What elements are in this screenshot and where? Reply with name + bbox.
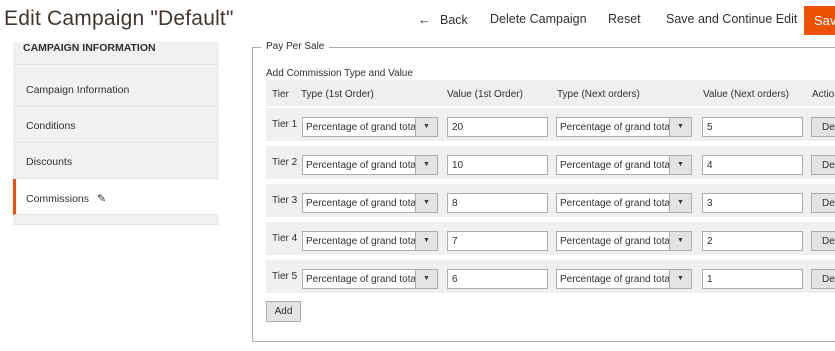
type-first-select[interactable]: Percentage of grand total ▼	[302, 193, 438, 213]
table-row: Tier 4 Percentage of grand total ▼ 7 Perc…	[266, 222, 835, 255]
tier-label: Tier 3	[272, 195, 298, 206]
value-first-input[interactable]: 6	[447, 269, 548, 289]
sidebar: CAMPAIGN INFORMATION Campaign Informatio…	[13, 42, 219, 225]
select-value: Percentage of grand total	[306, 122, 419, 133]
value-next-input[interactable]: 1	[702, 269, 803, 289]
table-header: Tier Type (1st Order) Value (1st Order) …	[266, 80, 835, 106]
caret-down-icon: ▼	[669, 232, 691, 250]
select-value: Percentage of grand total	[560, 122, 673, 133]
tier-label: Tier 1	[272, 119, 298, 130]
type-next-select[interactable]: Percentage of grand total ▼	[556, 155, 692, 175]
sidebar-item-label: Conditions	[26, 120, 76, 132]
back-button[interactable]: ← Back	[418, 12, 468, 27]
tier-label: Tier 4	[272, 233, 298, 244]
value-first-input[interactable]: 10	[447, 155, 548, 175]
sidebar-item-conditions[interactable]: Conditions	[13, 107, 219, 143]
sidebar-item-label: Commissions	[26, 193, 90, 205]
reset-button[interactable]: Reset	[608, 12, 641, 26]
delete-row-button[interactable]: Delete	[811, 117, 835, 137]
sidebar-title: CAMPAIGN INFORMATION	[23, 42, 156, 54]
type-next-select[interactable]: Percentage of grand total ▼	[556, 269, 692, 289]
delete-row-button[interactable]: Delete	[811, 231, 835, 251]
fieldset-legend: Pay Per Sale	[261, 41, 330, 52]
sidebar-item-commissions[interactable]: Commissions ✎	[13, 179, 219, 215]
section-label: Add Commission Type and Value	[266, 68, 413, 79]
value-next-input[interactable]: 4	[702, 155, 803, 175]
save-button[interactable]: Save	[804, 6, 835, 35]
column-header-tier: Tier	[272, 89, 289, 100]
value-next-input[interactable]: 3	[702, 193, 803, 213]
sidebar-divider	[13, 64, 219, 65]
tier-label: Tier 2	[272, 157, 298, 168]
caret-down-icon: ▼	[669, 118, 691, 136]
table-row: Tier 1 Percentage of grand total ▼ 20 Per…	[266, 108, 835, 141]
column-header-value-next: Value (Next orders)	[703, 89, 789, 100]
tier-label: Tier 5	[272, 271, 298, 282]
type-next-select[interactable]: Percentage of grand total ▼	[556, 231, 692, 251]
page-title: Edit Campaign "Default"	[4, 7, 234, 30]
column-header-action: Action	[812, 89, 835, 100]
type-first-select[interactable]: Percentage of grand total ▼	[302, 155, 438, 175]
caret-down-icon: ▼	[415, 156, 437, 174]
page-header: Edit Campaign "Default" ← Back Delete Cam…	[0, 0, 835, 42]
value-next-input[interactable]: 2	[702, 231, 803, 251]
select-value: Percentage of grand total	[560, 274, 673, 285]
select-value: Percentage of grand total	[306, 274, 419, 285]
caret-down-icon: ▼	[415, 118, 437, 136]
add-tier-button[interactable]: Add	[266, 301, 301, 322]
select-value: Percentage of grand total	[560, 160, 673, 171]
sidebar-item-label: Discounts	[26, 156, 73, 168]
table-row: Tier 3 Percentage of grand total ▼ 8 Perc…	[266, 184, 835, 217]
select-value: Percentage of grand total	[306, 236, 419, 247]
sidebar-item-discounts[interactable]: Discounts	[13, 143, 219, 179]
column-header-value-first: Value (1st Order)	[447, 89, 523, 100]
type-first-select[interactable]: Percentage of grand total ▼	[302, 269, 438, 289]
back-button-label: Back	[440, 13, 468, 27]
table-row: Tier 5 Percentage of grand total ▼ 6 Perc…	[266, 260, 835, 293]
type-first-select[interactable]: Percentage of grand total ▼	[302, 117, 438, 137]
column-header-type-first: Type (1st Order)	[301, 89, 374, 100]
arrow-left-icon: ←	[418, 12, 431, 27]
value-first-input[interactable]: 7	[447, 231, 548, 251]
select-value: Percentage of grand total	[306, 198, 419, 209]
caret-down-icon: ▼	[415, 270, 437, 288]
sidebar-item-campaign-information[interactable]: Campaign Information	[13, 71, 219, 107]
column-header-type-next: Type (Next orders)	[557, 89, 640, 100]
select-value: Percentage of grand total	[560, 198, 673, 209]
type-next-select[interactable]: Percentage of grand total ▼	[556, 117, 692, 137]
value-next-input[interactable]: 5	[702, 117, 803, 137]
caret-down-icon: ▼	[669, 194, 691, 212]
sidebar-item-label: Campaign Information	[26, 84, 130, 96]
value-first-input[interactable]: 20	[447, 117, 548, 137]
type-next-select[interactable]: Percentage of grand total ▼	[556, 193, 692, 213]
delete-campaign-button[interactable]: Delete Campaign	[490, 12, 587, 26]
save-and-continue-button[interactable]: Save and Continue Edit	[666, 12, 797, 26]
select-value: Percentage of grand total	[560, 236, 673, 247]
type-first-select[interactable]: Percentage of grand total ▼	[302, 231, 438, 251]
table-row: Tier 2 Percentage of grand total ▼ 10 Per…	[266, 146, 835, 179]
delete-row-button[interactable]: Delete	[811, 155, 835, 175]
caret-down-icon: ▼	[415, 194, 437, 212]
pencil-icon: ✎	[97, 193, 107, 205]
delete-row-button[interactable]: Delete	[811, 269, 835, 289]
value-first-input[interactable]: 8	[447, 193, 548, 213]
select-value: Percentage of grand total	[306, 160, 419, 171]
caret-down-icon: ▼	[669, 156, 691, 174]
caret-down-icon: ▼	[669, 270, 691, 288]
caret-down-icon: ▼	[415, 232, 437, 250]
delete-row-button[interactable]: Delete	[811, 193, 835, 213]
